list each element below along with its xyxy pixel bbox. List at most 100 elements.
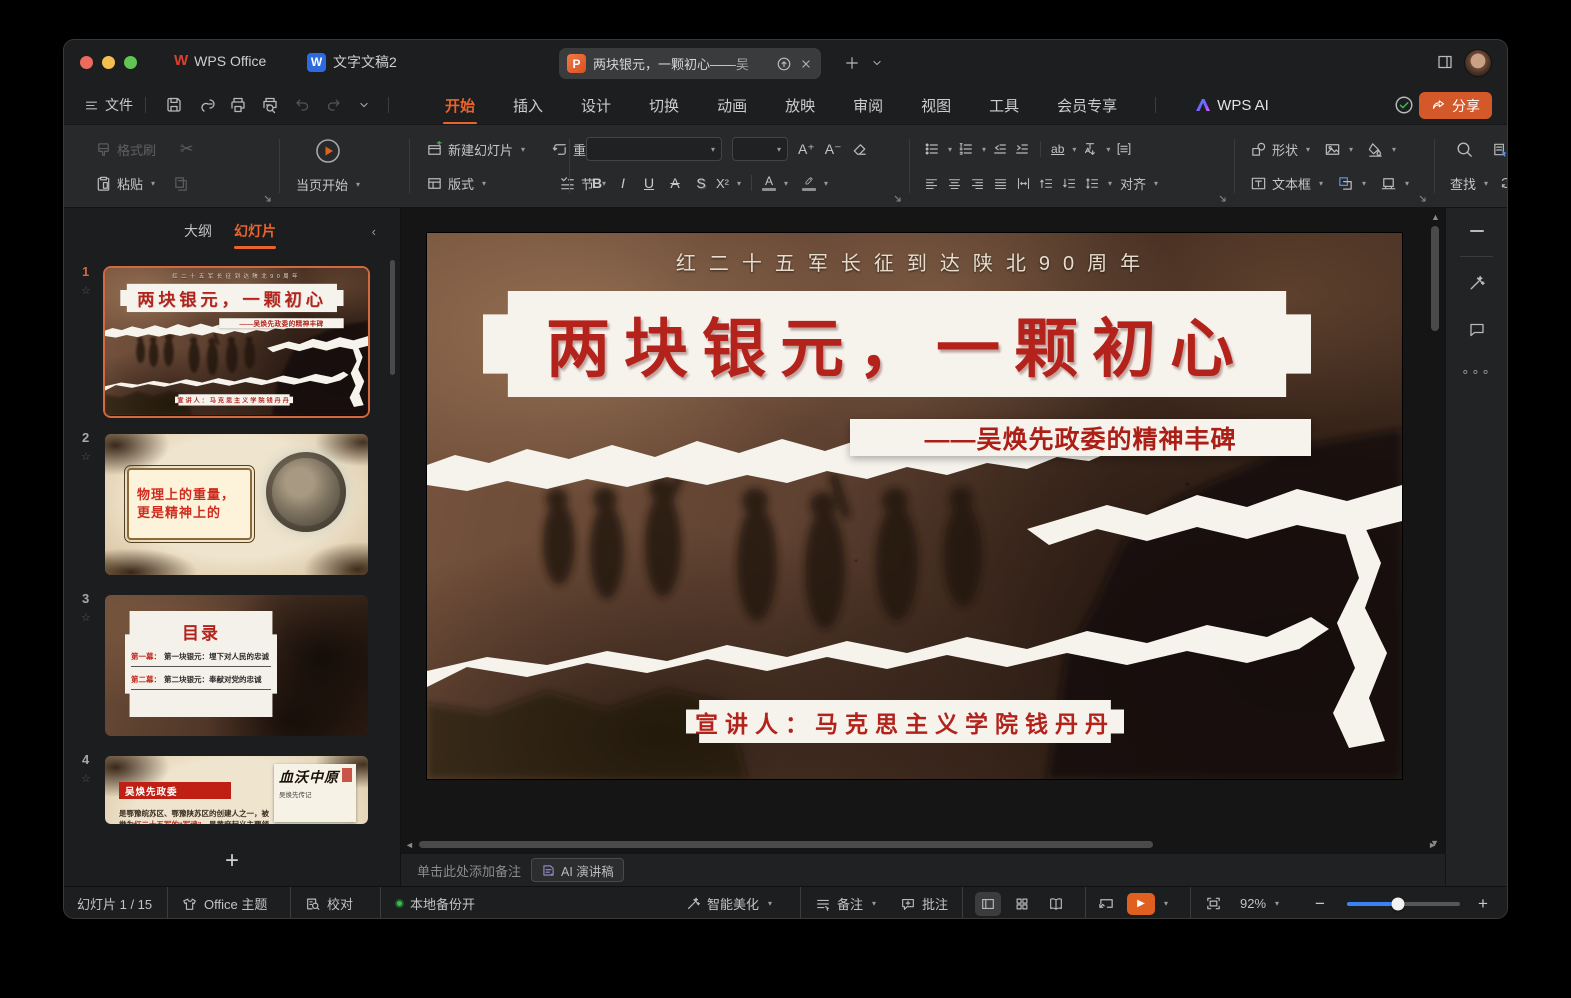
more-panels-icon[interactable]: ∘∘∘ bbox=[1446, 364, 1507, 380]
tab-animation[interactable]: 动画 bbox=[717, 95, 747, 116]
slide-sorter-view-button[interactable] bbox=[1009, 892, 1035, 916]
vertical-scrollbar[interactable]: ▲ bbox=[1429, 212, 1441, 842]
vertical-scrollbar-thumb[interactable] bbox=[1431, 226, 1439, 331]
zoom-level[interactable]: 92%▾ bbox=[1240, 887, 1279, 918]
text-direction-button[interactable]: ▾ bbox=[1082, 141, 1110, 157]
font-dialog-launcher-icon[interactable] bbox=[894, 195, 902, 203]
slide1-star-icon[interactable]: ☆ bbox=[81, 284, 91, 297]
textbox-button[interactable]: 文本框▾ bbox=[1250, 174, 1323, 193]
spacing-decrease-button[interactable] bbox=[1062, 176, 1077, 191]
tab-presentation-active[interactable]: P 两块银元，一颗初心——吴 bbox=[559, 48, 821, 79]
local-backup-status[interactable]: 本地备份开 bbox=[395, 887, 475, 918]
shapes-dialog-launcher-icon[interactable] bbox=[1419, 195, 1427, 203]
decrease-indent-button[interactable] bbox=[992, 141, 1008, 157]
merge-shapes-button[interactable]: ▾ bbox=[1337, 175, 1366, 192]
find-button[interactable]: 查找▾ bbox=[1450, 174, 1488, 193]
minimize-button[interactable] bbox=[102, 56, 115, 69]
scroll-left-icon[interactable]: ◄ bbox=[405, 840, 414, 850]
font-size-select[interactable]: ▾ bbox=[732, 137, 788, 161]
bold-button[interactable]: B bbox=[586, 175, 608, 191]
align-objects-button[interactable]: 对齐▾ bbox=[1120, 174, 1158, 193]
cut-button[interactable]: ✂ bbox=[180, 139, 193, 159]
tab-membership[interactable]: 会员专享 bbox=[1057, 95, 1117, 116]
scroll-up-icon[interactable]: ▲ bbox=[1431, 212, 1440, 222]
paragraph-dialog-launcher-icon[interactable] bbox=[1219, 195, 1227, 203]
tab-slides[interactable]: 幻灯片 bbox=[234, 221, 276, 241]
replace-button[interactable]: ▾ bbox=[1498, 175, 1507, 191]
maximize-button[interactable] bbox=[124, 56, 137, 69]
print-preview-button[interactable] bbox=[261, 96, 279, 114]
slide4-star-icon[interactable]: ☆ bbox=[81, 772, 91, 785]
align-left-button[interactable] bbox=[924, 176, 939, 191]
tab-view[interactable]: 视图 bbox=[921, 95, 951, 116]
notes-button[interactable]: 备注▾ bbox=[815, 887, 876, 918]
reading-view-button[interactable] bbox=[1043, 892, 1069, 916]
new-tab-button[interactable] bbox=[844, 55, 860, 71]
paragraph-layout-button[interactable] bbox=[1116, 141, 1132, 157]
theme-button[interactable]: Office 主题 bbox=[182, 887, 267, 918]
zoom-slider[interactable] bbox=[1347, 887, 1460, 918]
share-button[interactable]: 分享 bbox=[1419, 92, 1492, 119]
font-family-select[interactable]: ▾ bbox=[586, 137, 722, 161]
picture-button[interactable]: ▾ bbox=[1324, 141, 1353, 158]
quickbar-chevron-icon[interactable] bbox=[357, 98, 371, 112]
bullets-button[interactable]: ▾ bbox=[924, 141, 952, 157]
normal-view-button[interactable] bbox=[975, 892, 1001, 916]
highlight-button[interactable]: ▾ bbox=[802, 175, 828, 191]
add-slide-button[interactable]: + bbox=[64, 844, 400, 878]
tab-design[interactable]: 设计 bbox=[581, 95, 611, 116]
slide3-star-icon[interactable]: ☆ bbox=[81, 611, 91, 624]
save-button[interactable] bbox=[165, 96, 183, 114]
tab-list-chevron-icon[interactable] bbox=[870, 56, 884, 70]
font-color-button[interactable]: A ▾ bbox=[762, 176, 788, 191]
collapse-ribbon-icon[interactable] bbox=[1446, 230, 1507, 232]
copy-button[interactable] bbox=[173, 175, 190, 192]
clipboard-dialog-launcher-icon[interactable] bbox=[264, 195, 272, 203]
horizontal-scrollbar-thumb[interactable] bbox=[419, 841, 1153, 848]
character-shading-button[interactable]: ab▾ bbox=[1051, 142, 1076, 156]
decrease-font-button[interactable]: A⁻ bbox=[825, 141, 842, 158]
numbering-button[interactable]: ▾ bbox=[958, 141, 986, 157]
format-painter-button[interactable]: 格式刷 bbox=[95, 140, 156, 159]
new-slide-button[interactable]: 新建幻灯片▾ bbox=[426, 140, 525, 159]
sidebar-toggle-icon[interactable] bbox=[1436, 53, 1454, 71]
tab-transitions[interactable]: 切换 bbox=[649, 95, 679, 116]
slide-thumbnail-4[interactable]: 吴焕先政委 是鄂豫皖苏区、鄂豫陕苏区的创建人之一，被誉为红二十五军的“军魂”，是… bbox=[105, 756, 368, 824]
tab-wps-ai[interactable]: WPS AI bbox=[1194, 97, 1269, 114]
fit-slide-button[interactable] bbox=[1205, 887, 1222, 918]
distribute-button[interactable] bbox=[1016, 176, 1031, 191]
spacing-increase-button[interactable] bbox=[1039, 176, 1054, 191]
slideshow-play-button[interactable]: ▶ ▾ bbox=[1127, 887, 1168, 918]
tab-insert[interactable]: 插入 bbox=[513, 95, 543, 116]
clear-format-button[interactable] bbox=[851, 141, 868, 158]
align-center-button[interactable] bbox=[947, 176, 962, 191]
shape-fill-button[interactable]: ▾ bbox=[1367, 141, 1396, 158]
smart-beautify-panel-icon[interactable] bbox=[1446, 274, 1507, 293]
current-slide[interactable]: 红二十五军长征到达陕北90周年 两块银元，一颗初心 ——吴焕先政委的精神丰碑 宣… bbox=[427, 233, 1402, 779]
justify-button[interactable] bbox=[993, 176, 1008, 191]
close-tab-icon[interactable] bbox=[799, 57, 813, 71]
paste-button[interactable]: 粘贴▾ bbox=[95, 174, 155, 193]
zoom-slider-track[interactable] bbox=[1347, 902, 1460, 906]
italic-button[interactable]: I bbox=[612, 175, 634, 191]
cloud-saved-icon[interactable] bbox=[1394, 95, 1414, 120]
align-right-button[interactable] bbox=[970, 176, 985, 191]
horizontal-scrollbar[interactable]: ◄ ► bbox=[405, 838, 1425, 850]
increase-font-button[interactable]: A⁺ bbox=[798, 141, 815, 158]
comments-button[interactable]: 批注 bbox=[900, 887, 948, 918]
zoom-out-button[interactable]: − bbox=[1315, 887, 1325, 918]
cast-button[interactable] bbox=[1098, 887, 1115, 918]
ai-script-button[interactable]: AI 演讲稿 bbox=[531, 858, 624, 882]
zoom-slider-knob[interactable] bbox=[1391, 897, 1404, 910]
undo-button[interactable] bbox=[293, 96, 311, 114]
tab-wps-home[interactable]: W WPS Office bbox=[174, 52, 266, 69]
file-menu[interactable]: 文件 bbox=[84, 95, 133, 115]
tab-doc2[interactable]: W 文字文稿2 bbox=[307, 52, 397, 72]
increase-indent-button[interactable] bbox=[1014, 141, 1030, 157]
tab-home[interactable]: 开始 bbox=[445, 95, 475, 116]
panel-scrollbar-thumb[interactable] bbox=[390, 260, 395, 375]
tab-tools[interactable]: 工具 bbox=[989, 95, 1019, 116]
comments-panel-icon[interactable] bbox=[1446, 320, 1507, 338]
slide-thumbnail-2[interactable]: 物理上的重量，更是精神上的 bbox=[105, 434, 368, 575]
print-button[interactable] bbox=[229, 96, 247, 114]
